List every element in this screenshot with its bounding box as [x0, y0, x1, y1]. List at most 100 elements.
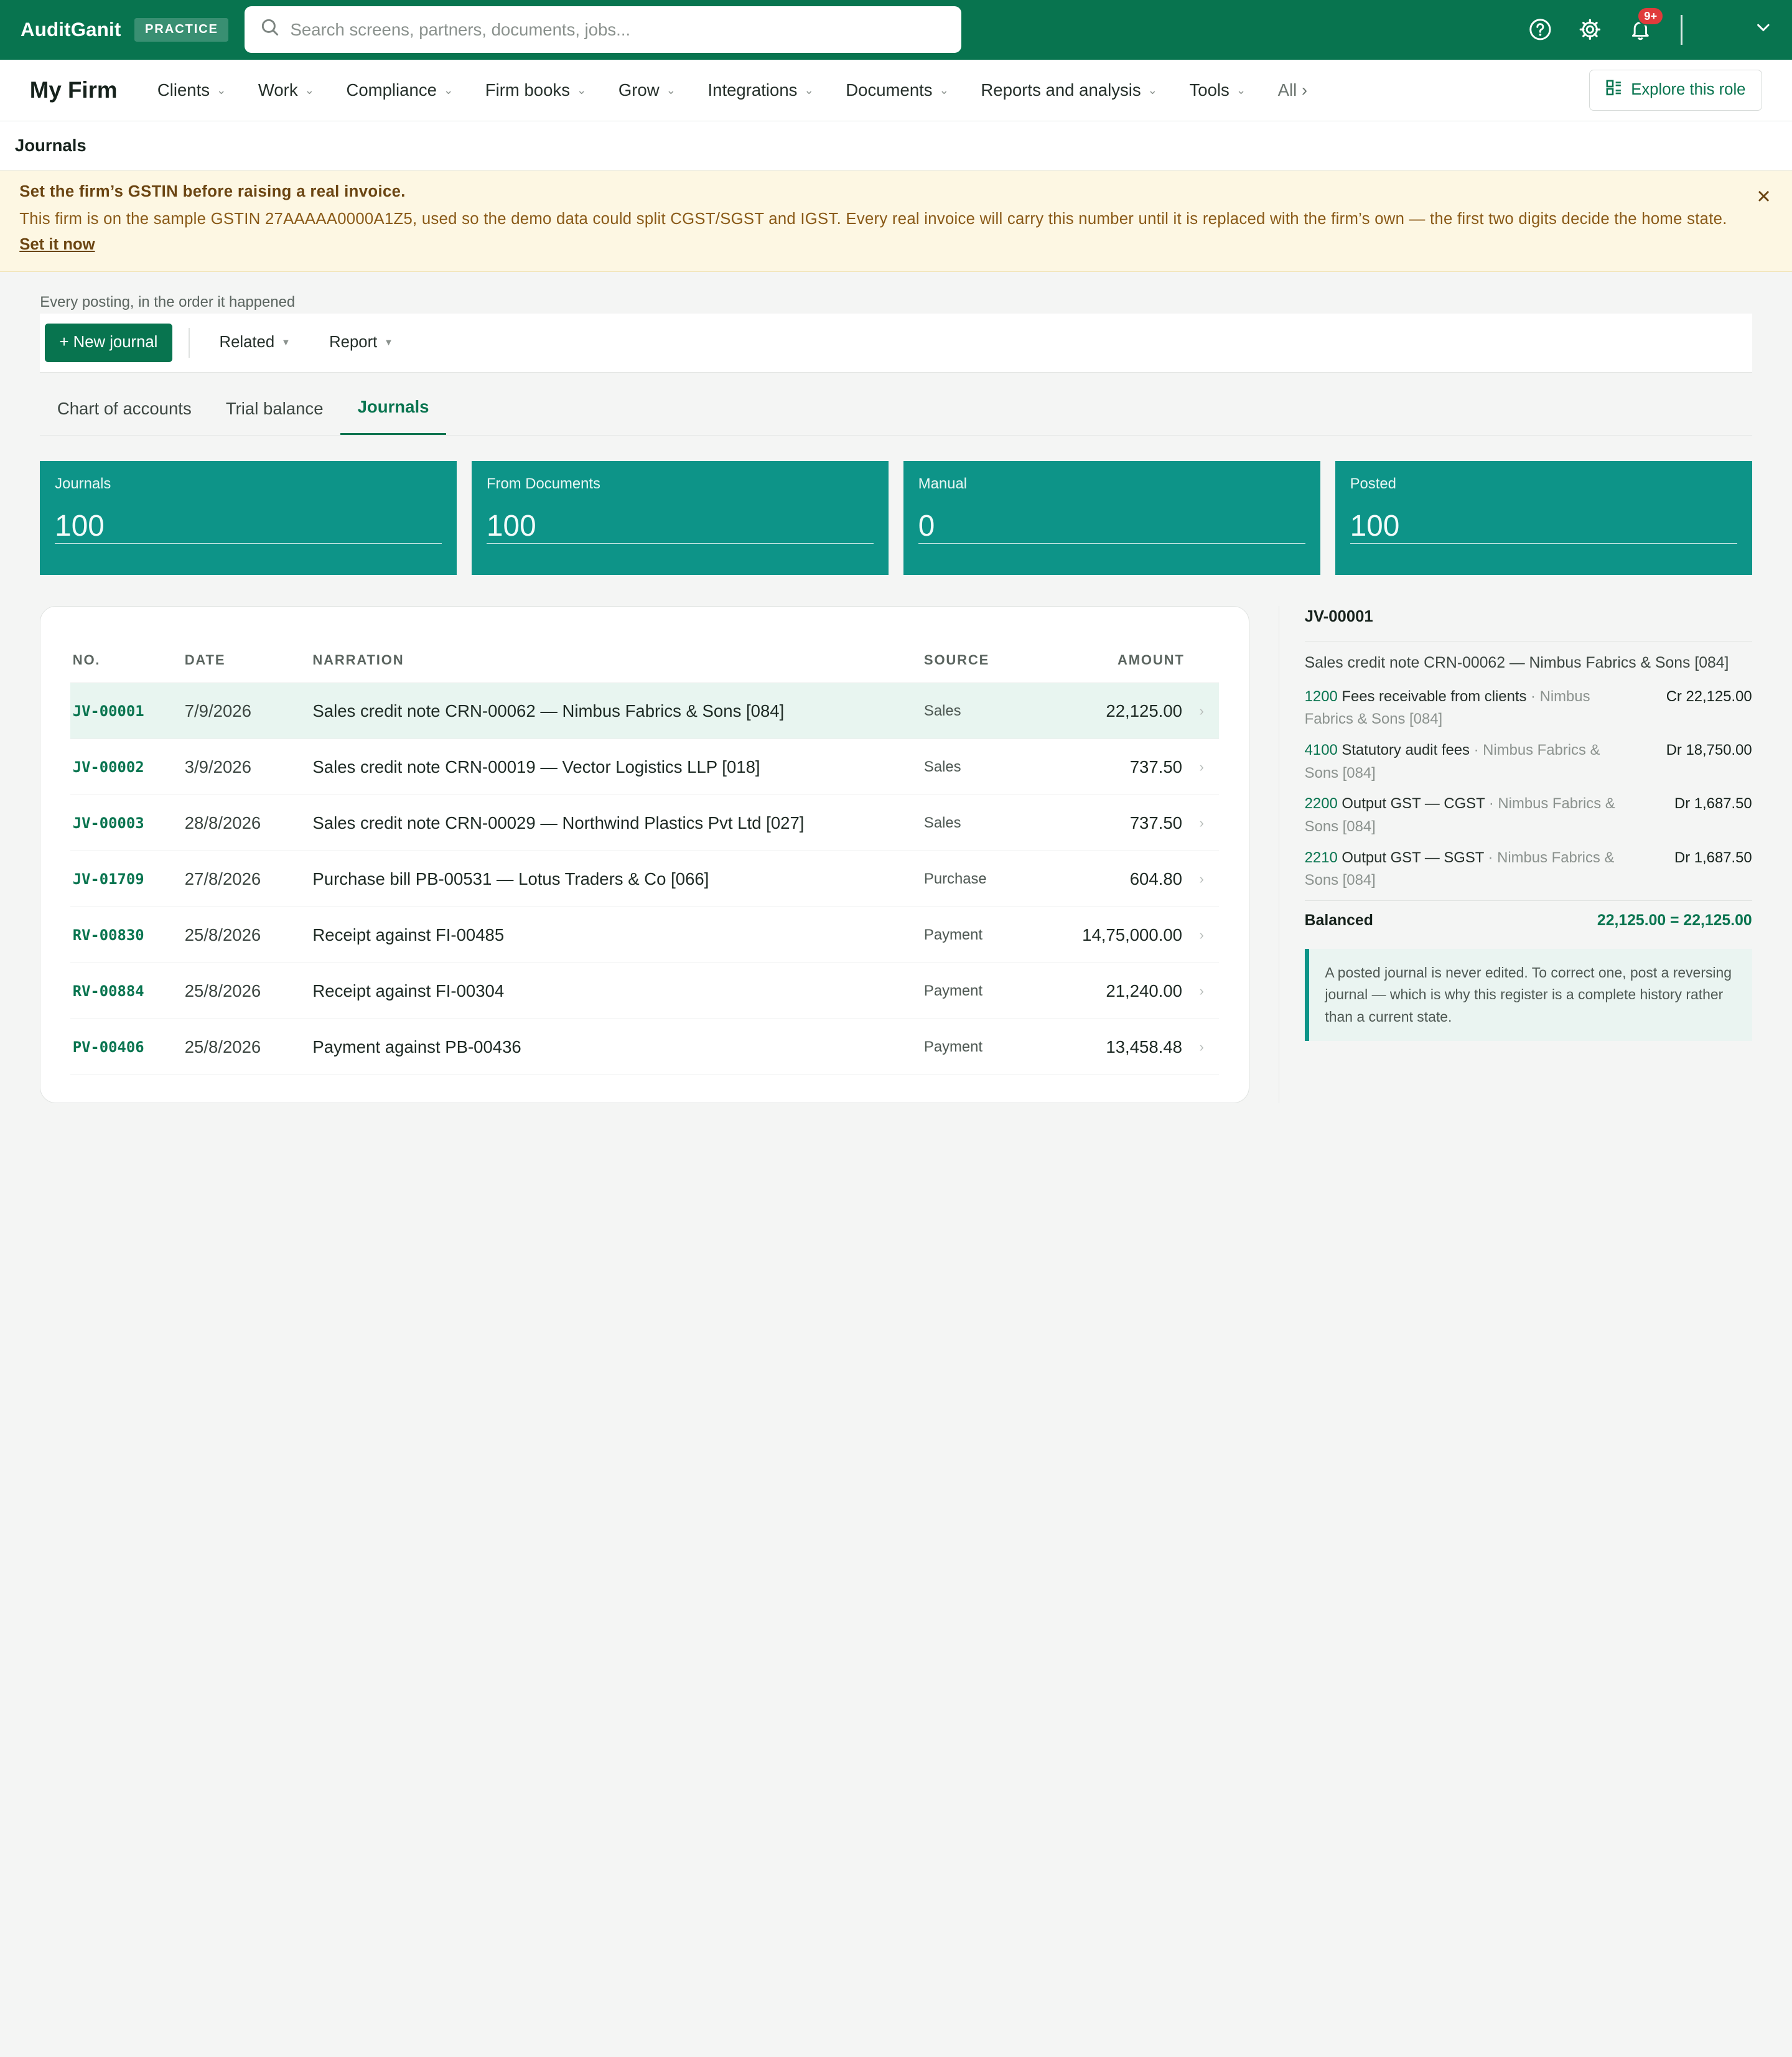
journal-date: 25/8/2026 [182, 1019, 310, 1076]
set-gstin-link[interactable]: Set it now [19, 236, 95, 254]
chevron-right-icon: › [1184, 851, 1219, 908]
journal-source: Payment [922, 907, 1036, 964]
account-code-link[interactable]: 2200 [1305, 795, 1338, 812]
table-row[interactable]: RV-00830 25/8/2026 Receipt against FI-00… [70, 907, 1219, 964]
journal-amount: 737.50 [1035, 795, 1185, 852]
nav-item-tools[interactable]: Tools ⌄ [1189, 80, 1246, 100]
account-name: Statutory audit fees [1342, 741, 1470, 758]
posting-lines: 1200 Fees receivable from clients · Nimb… [1305, 686, 1752, 892]
account-name: Fees receivable from clients [1342, 688, 1527, 705]
posting-line: 2210 Output GST — SGST · Nimbus Fabrics … [1305, 847, 1752, 892]
stat-value: 100 [1350, 510, 1737, 544]
help-icon[interactable] [1528, 17, 1552, 42]
table-row[interactable]: JV-00003 28/8/2026 Sales credit note CRN… [70, 795, 1219, 852]
column-header-source[interactable]: SOURCE [922, 637, 1036, 684]
close-icon[interactable]: ✕ [1756, 186, 1771, 208]
nav-item-reports-and-analysis[interactable]: Reports and analysis ⌄ [981, 80, 1157, 100]
journal-number[interactable]: JV-00003 [70, 795, 183, 852]
app-logo[interactable]: AuditGanit [21, 19, 121, 41]
nav-item-compliance[interactable]: Compliance ⌄ [346, 80, 453, 100]
detail-narration: Sales credit note CRN-00062 — Nimbus Fab… [1304, 654, 1729, 671]
column-header-no[interactable]: NO. [70, 637, 183, 684]
journal-amount: 604.80 [1035, 851, 1185, 908]
table-row[interactable]: JV-00002 3/9/2026 Sales credit note CRN-… [70, 739, 1219, 796]
global-search[interactable] [245, 6, 961, 54]
nav-item-all[interactable]: All › [1278, 80, 1307, 100]
chevron-right-icon: › [1184, 907, 1219, 964]
related-menu[interactable]: Related ▼ [220, 334, 291, 352]
journal-number[interactable]: RV-00830 [70, 907, 183, 964]
stat-card-journals: Journals 100 [40, 460, 457, 576]
chevron-right-icon: › [1184, 795, 1219, 852]
nav-item-label: Compliance [346, 80, 437, 100]
stat-value: 100 [55, 510, 442, 544]
main-content: Every posting, in the order it happened … [0, 272, 1792, 1103]
tab-trial-balance[interactable]: Trial balance [208, 399, 340, 435]
table-row[interactable]: RV-00884 25/8/2026 Receipt against FI-00… [70, 963, 1219, 1020]
posting-line: 4100 Statutory audit fees · Nimbus Fabri… [1305, 739, 1752, 785]
page-subtitle: Every posting, in the order it happened [40, 293, 296, 310]
immutability-note: A posted journal is never edited. To cor… [1304, 949, 1752, 1042]
journal-number[interactable]: RV-00884 [70, 963, 183, 1020]
toolbar-divider [188, 328, 190, 358]
nav-item-label: Grow [618, 80, 660, 100]
journal-date: 28/8/2026 [182, 795, 310, 852]
banner-text: This firm is on the sample GSTIN 27AAAAA… [19, 210, 1727, 228]
layout-grid-icon [1606, 80, 1622, 100]
journal-number[interactable]: JV-00002 [70, 739, 183, 796]
posting-amount: Dr 1,687.50 [1674, 849, 1752, 866]
journal-source: Payment [922, 1019, 1036, 1076]
balanced-value: 22,125.00 = 22,125.00 [1597, 912, 1752, 930]
account-code-link[interactable]: 2210 [1305, 849, 1338, 866]
banner-title: Set the firm’s GSTIN before raising a re… [19, 182, 406, 200]
column-header-narration[interactable]: NARRATION [310, 637, 922, 684]
column-header-date[interactable]: DATE [182, 637, 310, 684]
journal-narration: Payment against PB-00436 [310, 1019, 922, 1076]
primary-nav: My Firm Clients ⌄ Work ⌄ Compliance ⌄ Firm … [0, 59, 1792, 121]
table-row[interactable]: JV-00001 7/9/2026 Sales credit note CRN-… [70, 683, 1219, 740]
search-input[interactable] [290, 19, 945, 40]
chevron-right-icon: › [1184, 683, 1219, 740]
nav-item-clients[interactable]: Clients ⌄ [157, 80, 226, 100]
report-menu[interactable]: Report ▼ [329, 334, 393, 352]
journals-table-card: NO. DATE NARRATION SOURCE AMOUNT JV-0000… [40, 605, 1249, 1103]
nav-item-grow[interactable]: Grow ⌄ [618, 80, 676, 100]
settings-gear-icon[interactable] [1578, 17, 1603, 42]
table-row[interactable]: PV-00406 25/8/2026 Payment against PB-00… [70, 1019, 1219, 1076]
journal-number[interactable]: PV-00406 [70, 1019, 183, 1076]
nav-item-firm-books[interactable]: Firm books ⌄ [485, 80, 587, 100]
tab-chart-of-accounts[interactable]: Chart of accounts [40, 399, 208, 435]
explore-role-button[interactable]: Explore this role [1589, 69, 1763, 111]
nav-title[interactable]: My Firm [30, 77, 118, 103]
journal-number[interactable]: JV-00001 [70, 683, 183, 740]
table-row[interactable]: JV-01709 27/8/2026 Purchase bill PB-0053… [70, 851, 1219, 908]
account-code-link[interactable]: 4100 [1305, 742, 1338, 758]
account-menu[interactable] [1707, 19, 1771, 40]
nav-item-work[interactable]: Work ⌄ [258, 80, 314, 100]
column-header-amount[interactable]: AMOUNT [1035, 637, 1219, 684]
stat-card-manual: Manual 0 [903, 460, 1320, 576]
nav-item-label: Integrations [707, 80, 798, 100]
journal-narration: Sales credit note CRN-00062 — Nimbus Fab… [310, 683, 922, 740]
chevron-down-icon: ⌄ [577, 83, 587, 96]
journal-number[interactable]: JV-01709 [70, 851, 183, 908]
account-code-link[interactable]: 1200 [1305, 688, 1338, 705]
top-actions: 9+ [1528, 7, 1771, 45]
page-title: Journals [14, 135, 86, 155]
journal-amount: 21,240.00 [1035, 963, 1185, 1020]
journal-narration: Receipt against FI-00304 [310, 963, 922, 1020]
journal-amount: 14,75,000.00 [1035, 907, 1185, 964]
chevron-down-icon: ⌄ [304, 83, 315, 96]
nav-item-documents[interactable]: Documents ⌄ [846, 80, 949, 100]
tab-journals[interactable]: Journals [340, 397, 446, 436]
chevron-down-icon: ⌄ [1236, 83, 1246, 96]
search-icon [261, 18, 279, 41]
balanced-label: Balanced [1304, 912, 1373, 930]
journal-narration: Receipt against FI-00485 [310, 907, 922, 964]
posting-line: 1200 Fees receivable from clients · Nimb… [1305, 686, 1752, 731]
posting-account: 2200 Output GST — CGST · Nimbus Fabrics … [1305, 793, 1625, 838]
nav-item-integrations[interactable]: Integrations ⌄ [707, 80, 813, 100]
new-journal-button[interactable]: + New journal [44, 323, 173, 363]
notifications-bell-icon[interactable]: 9+ [1628, 7, 1664, 42]
notification-count-badge: 9+ [1637, 7, 1664, 26]
